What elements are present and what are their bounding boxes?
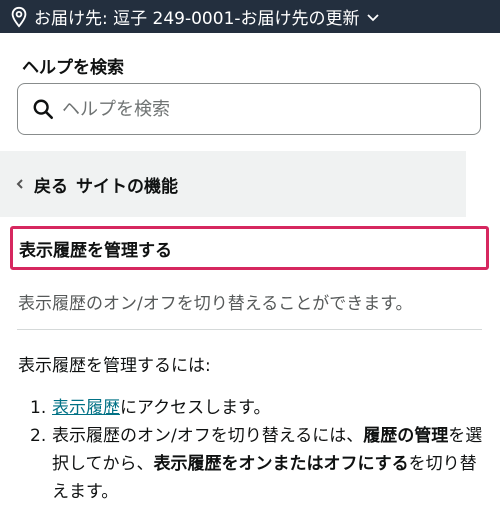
help-search-box[interactable] (17, 83, 481, 135)
steps-list: 1. 表示履歴にアクセスします。 2. 表示履歴のオン/オフを切り替えるには、履… (30, 394, 490, 506)
chevron-left-icon (14, 178, 26, 190)
step-bold-text: 履歴の管理 (363, 426, 449, 446)
chevron-down-icon (366, 10, 380, 24)
step-text: 表示履歴のオン/オフを切り替えるには、 (52, 426, 364, 446)
article-intro: 表示履歴を管理するには: (18, 356, 211, 376)
list-item: 2. 表示履歴のオン/オフを切り替えるには、履歴の管理を選択してから、表示履歴を… (30, 422, 490, 506)
back-navigation[interactable]: 戻る サイトの機能 (0, 151, 466, 217)
delivery-location-bar[interactable]: お届け先: 逗子 249-0001‐お届け先の更新 (0, 0, 500, 33)
step-bold-text: 表示履歴をオンまたはオフにする (153, 454, 409, 474)
step-number: 1. (30, 398, 47, 418)
article-description: 表示履歴のオン/オフを切り替えることができます。 (18, 294, 413, 314)
step-number: 2. (30, 426, 47, 446)
article-heading: 表示履歴を管理する (19, 240, 172, 261)
list-item: 1. 表示履歴にアクセスします。 (30, 394, 490, 422)
delivery-location-text: お届け先: 逗子 249-0001‐お届け先の更新 (34, 9, 360, 29)
article-heading-highlight: 表示履歴を管理する (10, 226, 489, 270)
step-text: にアクセスします。 (120, 398, 271, 418)
back-link[interactable]: 戻る (34, 172, 68, 197)
divider (17, 329, 482, 330)
browsing-history-link[interactable]: 表示履歴 (52, 398, 120, 418)
help-search-title: ヘルプを検索 (22, 58, 124, 78)
search-icon (32, 98, 54, 120)
section-title: サイトの機能 (76, 176, 178, 197)
help-search-input[interactable] (60, 97, 444, 121)
location-pin-icon (8, 6, 30, 28)
